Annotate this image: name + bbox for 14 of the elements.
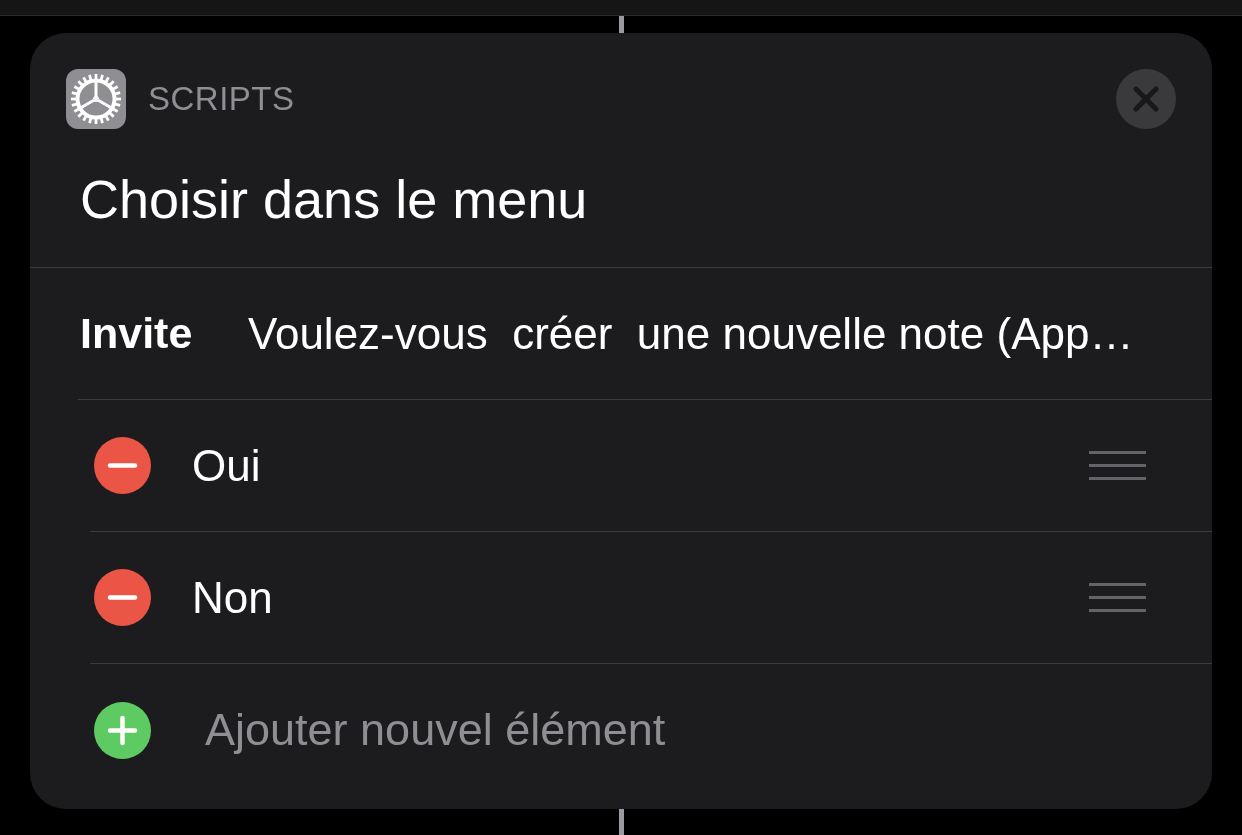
- prompt-label: Invite: [80, 309, 194, 358]
- add-item-button[interactable]: Ajouter nouvel élément: [94, 701, 666, 759]
- minus-circle-icon[interactable]: [94, 437, 151, 494]
- close-icon: [1133, 86, 1159, 112]
- action-title: Choisir dans le menu: [80, 168, 588, 231]
- drag-handle-icon[interactable]: [1089, 451, 1146, 480]
- plus-circle-icon[interactable]: [94, 701, 151, 759]
- option-label: Oui: [192, 440, 261, 491]
- minus-circle-icon[interactable]: [94, 569, 151, 626]
- app-name: SCRIPTS: [148, 80, 295, 118]
- prompt-text: Voulez-vous créer une nouvelle note (App…: [248, 308, 1134, 359]
- gear-icon: [66, 69, 126, 129]
- option-label: Non: [192, 572, 273, 623]
- drag-handle-icon[interactable]: [1089, 583, 1146, 612]
